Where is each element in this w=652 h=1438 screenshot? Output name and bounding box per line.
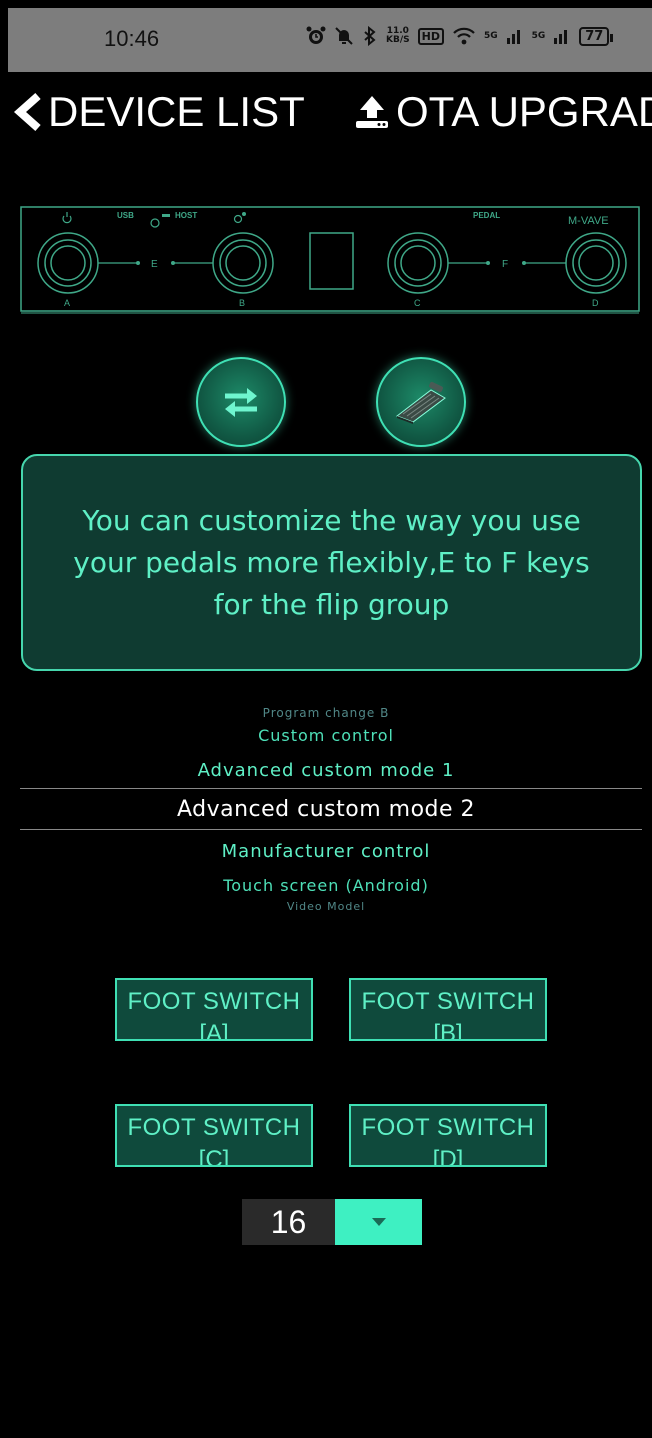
mute-bell-icon: [335, 27, 353, 45]
label-d: D: [592, 298, 599, 308]
foot-switch-d-button[interactable]: FOOT SWITCH [D]: [349, 1104, 547, 1167]
label-e: E: [151, 259, 158, 270]
status-led: [233, 212, 246, 224]
info-text: You can customize the way you use your p…: [73, 503, 590, 621]
expression-pedal-icon: [395, 381, 446, 424]
channel-select[interactable]: 16: [242, 1199, 422, 1245]
foot-switch-label: FOOT SWITCH: [361, 1114, 535, 1141]
label-pedal: PEDAL: [473, 211, 500, 220]
label-brand: M-VAVE: [568, 215, 609, 227]
swap-arrows-icon: [225, 388, 257, 417]
back-to-device-list[interactable]: DEVICE LIST: [10, 88, 305, 136]
battery-indicator: 77: [579, 26, 614, 46]
top-nav: DEVICE LIST OTA UPGRAD: [0, 80, 652, 160]
picker-option[interactable]: Custom control: [0, 726, 652, 745]
label-host: HOST: [175, 211, 197, 220]
signal-5g-2: 5G: [531, 30, 546, 41]
back-label: DEVICE LIST: [48, 88, 305, 135]
label-a: A: [64, 298, 70, 308]
picker-divider-bottom: [20, 829, 642, 830]
picker-option[interactable]: Manufacturer control: [0, 841, 652, 862]
status-bar: 10:46 11.0 KB/S HD 5G 5G 77: [8, 8, 652, 72]
signal-5g-1: 5G: [483, 30, 498, 41]
label-c: C: [414, 298, 421, 308]
hd-badge: HD: [417, 27, 444, 45]
device-screen: [309, 232, 354, 290]
usb-host-toggle: [150, 214, 170, 228]
foot-switch-a-button[interactable]: FOOT SWITCH [A]: [115, 978, 313, 1041]
status-time: 10:46: [104, 26, 160, 51]
label-usb: USB: [117, 211, 134, 220]
caret-down-icon: [371, 1218, 386, 1226]
foot-switch-label: FOOT SWITCH: [127, 1114, 301, 1141]
info-panel: You can customize the way you use your p…: [21, 454, 642, 671]
expression-pedal-button[interactable]: [376, 357, 466, 447]
foot-switch-key: [C]: [198, 1146, 230, 1167]
foot-switch-key: [B]: [433, 1020, 463, 1041]
wifi-icon: [453, 27, 475, 45]
mode-picker[interactable]: Program change B Custom control Advanced…: [0, 700, 652, 920]
channel-value[interactable]: 16: [242, 1199, 335, 1245]
bluetooth-icon: [364, 26, 376, 46]
footswitch-knob-c: [387, 232, 449, 294]
upload-icon: [356, 96, 388, 128]
power-icon: [62, 212, 72, 224]
picker-divider-top: [20, 788, 642, 789]
picker-option[interactable]: Advanced custom mode 1: [0, 760, 652, 781]
alarm-icon: [306, 26, 326, 44]
picker-option[interactable]: Program change B: [0, 706, 652, 720]
foot-switch-label: FOOT SWITCH: [361, 988, 535, 1015]
ota-upgrade-button[interactable]: OTA UPGRAD: [352, 88, 652, 136]
footswitch-knob-d: [565, 232, 627, 294]
footswitch-knob-a: [37, 232, 99, 294]
channel-dropdown-button[interactable]: [335, 1199, 422, 1245]
device-diagram: USB HOST PEDAL M-VAVE A B C D E F: [20, 206, 640, 314]
foot-switch-key: [A]: [199, 1020, 229, 1041]
foot-switch-b-button[interactable]: FOOT SWITCH [B]: [349, 978, 547, 1041]
signal-bars-icon-2: [554, 30, 568, 44]
status-icons: 11.0 KB/S HD 5G 5G 77: [306, 26, 614, 46]
signal-bars-icon: [506, 30, 520, 44]
footswitch-knob-b: [212, 232, 274, 294]
picker-selected-option[interactable]: Advanced custom mode 2: [0, 797, 652, 822]
net-speed: 11.0 KB/S: [386, 26, 410, 45]
picker-option[interactable]: Video Model: [0, 900, 652, 913]
flip-mode-button[interactable]: [196, 357, 286, 447]
ota-label: OTA UPGRAD: [396, 88, 652, 135]
chevron-left-icon: [13, 93, 41, 131]
label-b: B: [239, 298, 245, 308]
foot-switch-key: [D]: [432, 1146, 464, 1167]
label-f: F: [502, 259, 508, 270]
foot-switch-label: FOOT SWITCH: [127, 988, 301, 1015]
foot-switch-c-button[interactable]: FOOT SWITCH [C]: [115, 1104, 313, 1167]
picker-option[interactable]: Touch screen (Android): [0, 876, 652, 895]
